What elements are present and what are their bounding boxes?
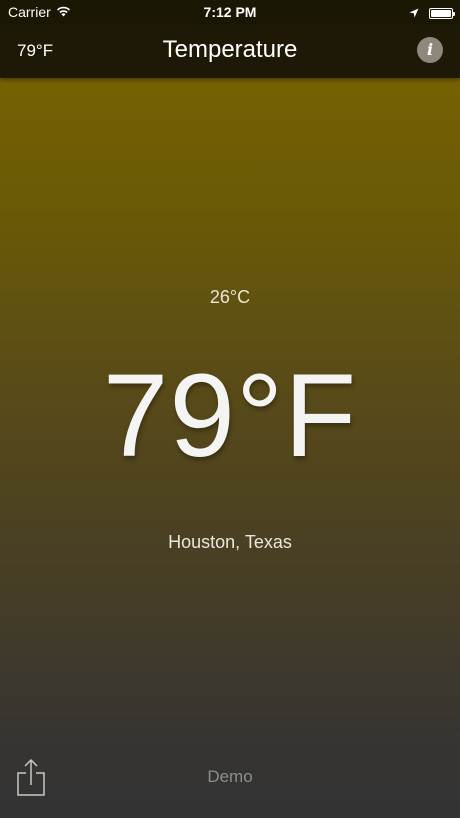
battery-tip — [453, 11, 455, 16]
celsius-reading: 26°C — [209, 287, 251, 307]
battery-icon — [429, 7, 455, 19]
info-button[interactable]: i — [417, 37, 443, 63]
page-title: Temperature — [162, 36, 298, 63]
demo-label: Demo — [207, 767, 253, 786]
status-time: 7:12 PM — [203, 4, 257, 20]
status-right — [409, 5, 455, 21]
navigation-bar: 79°F Temperature i — [0, 24, 460, 78]
fahrenheit-reading: 79°F — [102, 350, 358, 482]
info-icon: i — [426, 40, 434, 59]
status-bar: Carrier 7:12 PM — [0, 0, 460, 24]
location-label: Houston, Texas — [168, 532, 292, 552]
battery-fill — [431, 9, 451, 17]
location-arrow-icon — [409, 5, 419, 21]
